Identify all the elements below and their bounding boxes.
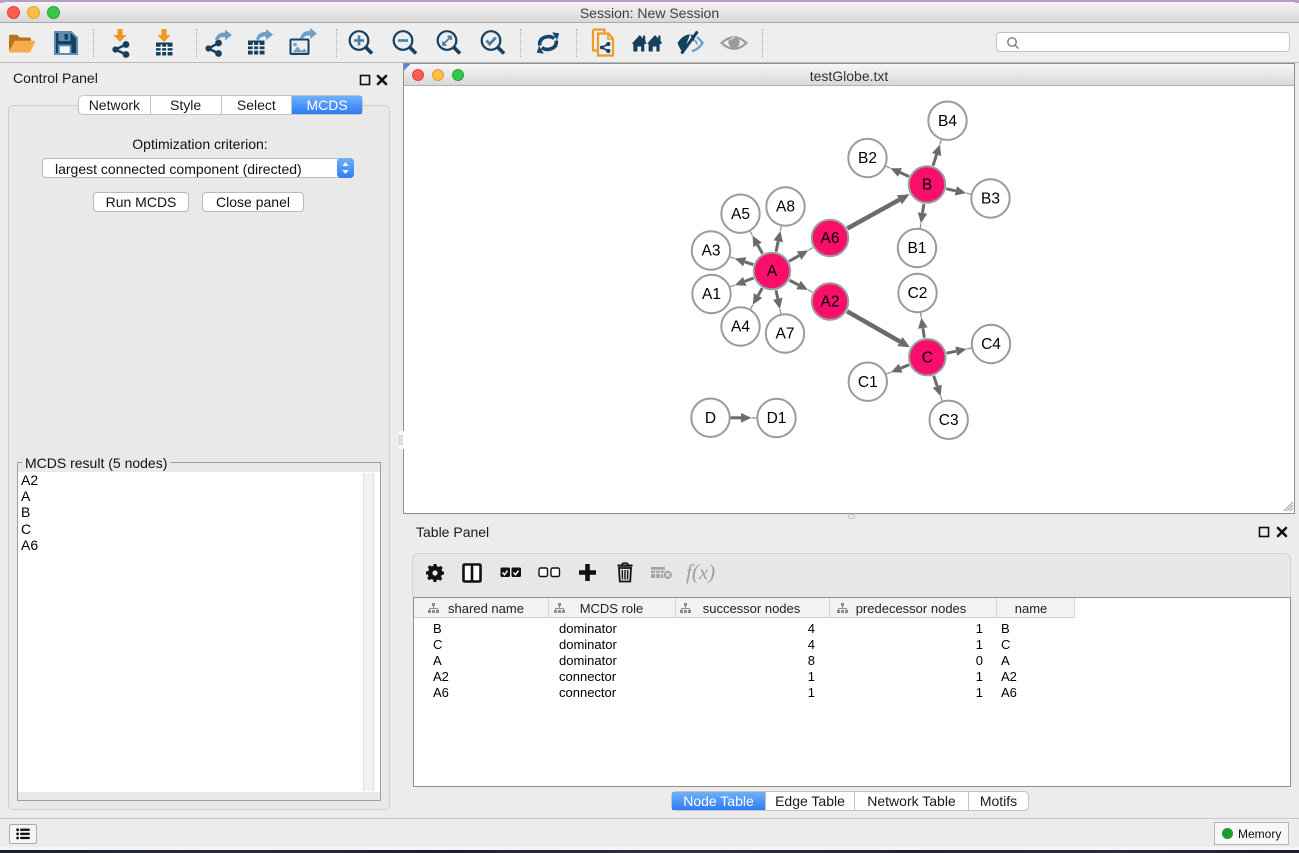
svg-text:C3: C3 <box>939 412 959 429</box>
svg-text:A5: A5 <box>731 206 750 223</box>
svg-text:B2: B2 <box>858 150 877 167</box>
svg-text:A2: A2 <box>821 294 840 311</box>
svg-text:C: C <box>922 349 933 366</box>
svg-text:A: A <box>767 263 778 280</box>
svg-text:D1: D1 <box>767 410 787 427</box>
svg-text:A7: A7 <box>776 326 795 343</box>
svg-text:A3: A3 <box>702 243 721 260</box>
svg-text:A4: A4 <box>731 319 750 336</box>
svg-text:A1: A1 <box>702 286 721 303</box>
svg-text:B: B <box>922 177 932 194</box>
svg-text:B4: B4 <box>938 113 957 130</box>
svg-text:B3: B3 <box>981 191 1000 208</box>
svg-text:A8: A8 <box>776 199 795 216</box>
svg-text:D: D <box>705 410 716 427</box>
svg-text:B1: B1 <box>908 240 927 257</box>
svg-text:C2: C2 <box>908 285 928 302</box>
svg-text:A6: A6 <box>821 230 840 247</box>
svg-text:C1: C1 <box>858 374 878 391</box>
svg-text:C4: C4 <box>981 336 1001 353</box>
